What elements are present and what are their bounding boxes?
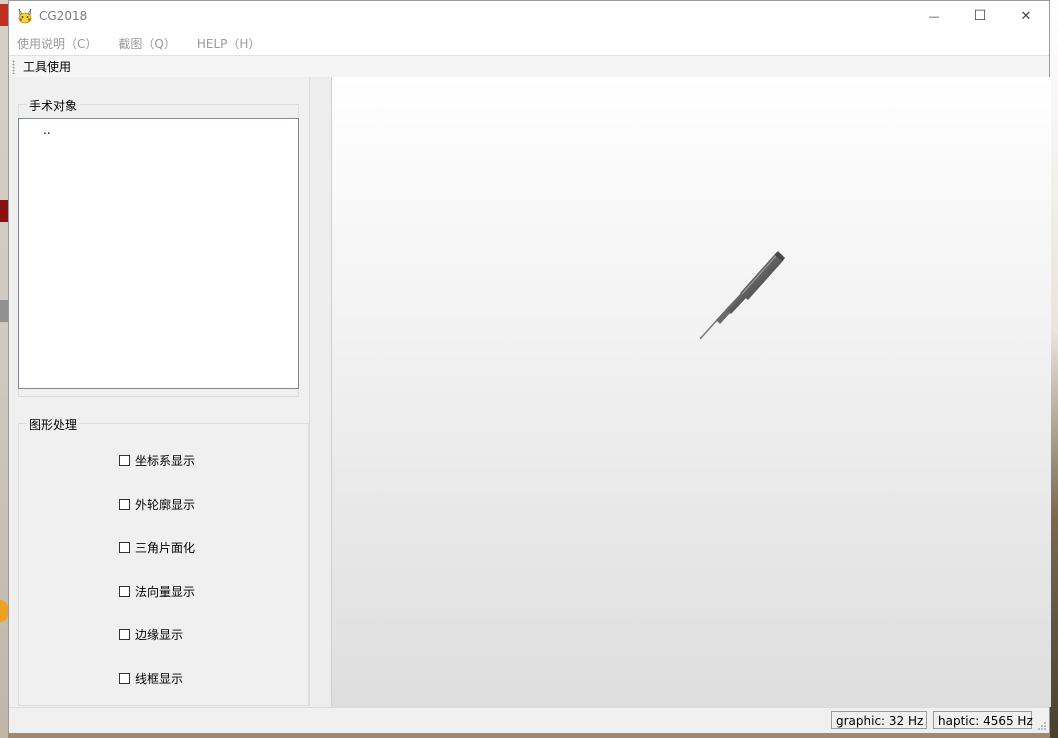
normal-vector-checkbox[interactable]: 法向量显示 [119,583,195,599]
panel-splitter[interactable] [309,77,332,707]
maximize-button[interactable]: ☐ [957,1,1003,31]
coordinate-system-checkbox[interactable]: 坐标系显示 [119,452,195,468]
main-window: CG2018 — ☐ ✕ 使用说明（C） 截图（Q） HELP（H） 工具使用 … [8,0,1051,733]
status-bar: graphic: 32 Hz haptic: 4565 Hz [9,707,1049,733]
graphic-rate-status: graphic: 32 Hz [831,711,927,729]
menu-help[interactable]: HELP（H） [189,35,272,52]
size-grip-icon[interactable] [1037,721,1047,731]
checkbox-icon[interactable] [119,498,130,510]
checkbox-icon[interactable] [119,672,130,684]
desktop-right-edge [1050,0,1058,738]
checkbox-label: 边缘显示 [135,627,184,642]
minimize-icon: — [928,9,940,23]
toolbar-grip-icon[interactable] [12,59,15,74]
desktop-icon[interactable] [0,4,8,26]
toolbar: 工具使用 [9,55,1049,78]
toolbar-tool-use[interactable]: 工具使用 [23,58,71,75]
close-button[interactable]: ✕ [1003,1,1049,31]
3d-viewport[interactable] [331,77,1051,707]
checkbox-label: 坐标系显示 [135,453,196,468]
checkbox-icon[interactable] [119,454,130,466]
title-bar[interactable]: CG2018 — ☐ ✕ [9,1,1049,31]
checkbox-label: 外轮廓显示 [135,497,196,512]
graphics-processing-title: 图形处理 [27,416,80,433]
window-controls: — ☐ ✕ [911,1,1049,31]
haptic-rate-status: haptic: 4565 Hz [933,711,1033,729]
menu-usage-instructions[interactable]: 使用说明（C） [9,35,108,52]
outer-contour-checkbox[interactable]: 外轮廓显示 [119,496,195,512]
app-icon [17,8,33,24]
menu-screenshot[interactable]: 截图（Q） [110,35,186,52]
checkbox-icon[interactable] [119,541,130,553]
menu-bar: 使用说明（C） 截图（Q） HELP（H） [9,31,1049,55]
desktop-icon[interactable] [0,200,8,222]
checkbox-label: 法向量显示 [135,584,196,599]
stylus-tool-model[interactable] [696,247,796,347]
wireframe-checkbox[interactable]: 线框显示 [119,670,183,686]
triangulation-checkbox[interactable]: 三角片面化 [119,539,195,555]
edge-display-checkbox[interactable]: 边缘显示 [119,626,183,642]
desktop-icon[interactable] [0,600,8,622]
desktop-icon[interactable] [0,300,8,322]
surgical-objects-title: 手术对象 [27,97,80,114]
checkbox-label: 线框显示 [135,671,184,686]
minimize-button[interactable]: — [911,1,957,31]
checkbox-icon[interactable] [119,628,130,640]
surgical-objects-tree[interactable]: .. [18,118,299,389]
window-title: CG2018 [39,9,88,23]
checkbox-icon[interactable] [119,585,130,597]
desktop-left-edge [0,0,8,738]
maximize-icon: ☐ [973,8,987,24]
tree-item[interactable]: .. [43,123,51,137]
close-icon: ✕ [1020,8,1032,24]
checkbox-label: 三角片面化 [135,540,196,555]
